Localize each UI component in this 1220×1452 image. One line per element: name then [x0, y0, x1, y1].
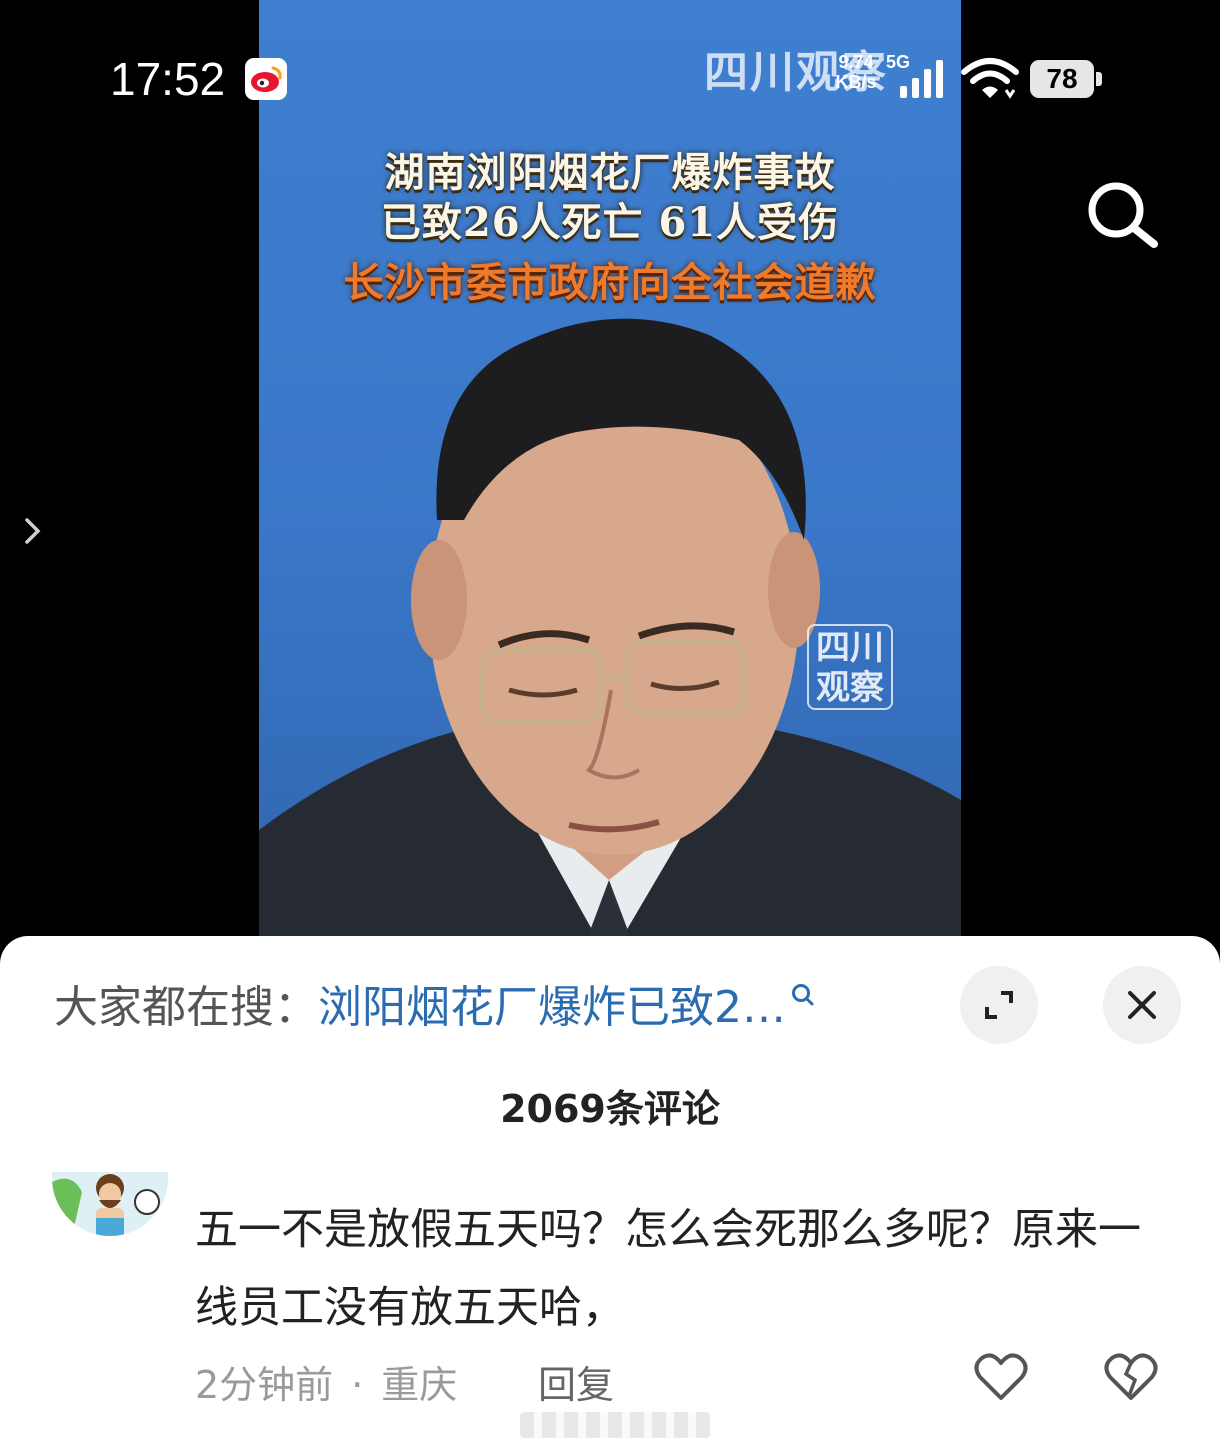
battery-indicator: 78: [1030, 60, 1102, 98]
reply-button[interactable]: 回复: [538, 1354, 614, 1409]
wifi-icon: [961, 58, 1019, 99]
trending-search[interactable]: 大家都在搜：浏阳烟花厂爆炸已致2…: [54, 978, 884, 1038]
signal-icon: [900, 60, 943, 98]
watermark-stamp-line1: 四川: [816, 628, 884, 668]
expand-button[interactable]: [960, 966, 1038, 1044]
comment-text: 五一不是放假五天吗？怎么会死那么多呢？原来一线员工没有放五天哈，: [195, 1205, 1141, 1333]
video-caption-line3: 长沙市委市政府向全社会道歉: [343, 259, 877, 306]
chevron-right-icon[interactable]: [22, 516, 44, 546]
search-icon: [792, 984, 814, 1006]
search-icon[interactable]: [1082, 176, 1162, 256]
video-player[interactable]: 四川观察 湖南浏阳烟花厂爆炸事故 已致26人死亡 61人受伤 长沙市委市政府向全…: [259, 0, 961, 960]
comment-location: 重庆: [381, 1363, 458, 1407]
close-button[interactable]: [1103, 966, 1181, 1044]
comment-count: 2069条评论: [500, 1087, 720, 1131]
avatar[interactable]: [52, 1172, 168, 1236]
trending-prefix: 大家都在搜：: [54, 982, 318, 1033]
weibo-icon: [245, 58, 287, 100]
video-caption-line2: 已致26人死亡 61人受伤: [380, 199, 840, 246]
comment-time: 2分钟前: [195, 1363, 334, 1407]
meta-separator: ·: [351, 1363, 364, 1407]
expand-icon: [985, 991, 1013, 1019]
net-speed-value: 9.74: [838, 52, 874, 72]
close-icon: [1128, 991, 1156, 1019]
status-time: 17:52: [110, 53, 226, 105]
blurred-text: [520, 1412, 710, 1438]
watermark-stamp: 四川 观察: [807, 624, 893, 710]
watermark-stamp-line2: 观察: [816, 668, 884, 708]
dislike-icon[interactable]: [1104, 1352, 1158, 1402]
net-speed: 9.74 KB/s: [826, 52, 886, 92]
like-icon[interactable]: [974, 1352, 1028, 1402]
trending-link[interactable]: 浏阳烟花厂爆炸已致2…: [318, 982, 786, 1033]
comment-meta: 2分钟前 · 重庆: [195, 1354, 457, 1409]
comments-sheet: 大家都在搜：浏阳烟花厂爆炸已致2… 2069条评论 五一不是放假五天吗？怎么会死…: [0, 936, 1220, 1452]
net-speed-unit: KB/s: [835, 72, 877, 92]
